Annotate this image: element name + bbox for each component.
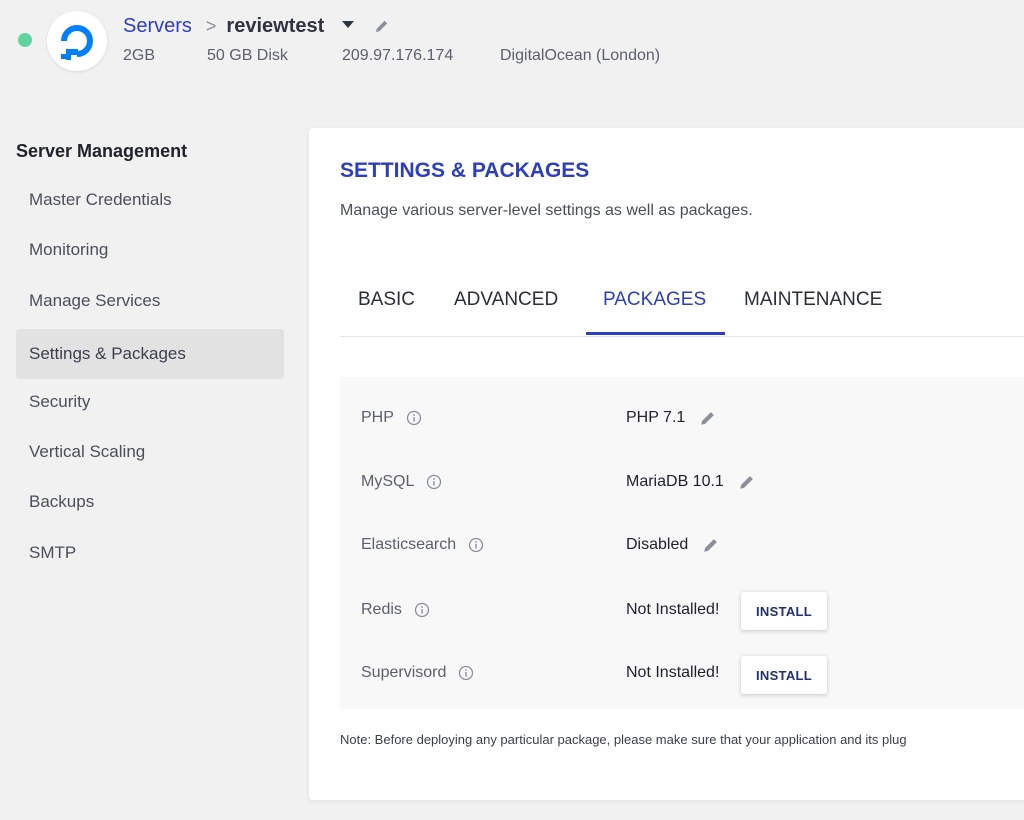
- package-row-php: PHP: [361, 409, 422, 427]
- package-name: Supervisord: [361, 664, 447, 681]
- info-icon[interactable]: [426, 474, 442, 490]
- info-icon[interactable]: [414, 602, 430, 618]
- packages-list: PHP PHP 7.1 MySQL MariaDB 10.1 Elasticse…: [340, 377, 1024, 709]
- active-tab-indicator: [586, 332, 725, 335]
- tab-packages[interactable]: PACKAGES: [603, 289, 706, 311]
- sidebar-item-manage-services[interactable]: Manage Services: [16, 276, 284, 326]
- package-value-redis: Not Installed!: [626, 601, 720, 618]
- server-name: reviewtest: [226, 14, 325, 37]
- info-icon[interactable]: [468, 537, 484, 553]
- install-redis-button[interactable]: INSTALL: [741, 592, 827, 630]
- tab-basic[interactable]: BASIC: [358, 289, 415, 311]
- sidebar-item-backups[interactable]: Backups: [16, 477, 284, 527]
- sidebar-item-security[interactable]: Security: [16, 377, 284, 427]
- package-name: Redis: [361, 601, 402, 618]
- package-value: Disabled: [626, 536, 689, 553]
- package-value-php: PHP 7.1: [626, 409, 717, 427]
- sidebar-item-settings-packages[interactable]: Settings & Packages: [16, 329, 284, 379]
- pencil-icon[interactable]: [702, 536, 720, 554]
- page-title: SETTINGS & PACKAGES: [340, 159, 590, 182]
- package-name: PHP: [361, 409, 394, 426]
- server-provider: DigitalOcean (London): [500, 47, 661, 64]
- sidebar-item-smtp[interactable]: SMTP: [16, 528, 284, 578]
- sidebar-title: Server Management: [16, 141, 188, 161]
- install-supervisord-button[interactable]: INSTALL: [741, 656, 827, 694]
- package-row-mysql: MySQL: [361, 473, 442, 491]
- package-value-mysql: MariaDB 10.1: [626, 473, 756, 491]
- package-value-supervisord: Not Installed!: [626, 664, 720, 681]
- packages-note: Note: Before deploying any particular pa…: [340, 732, 907, 747]
- pencil-icon[interactable]: [699, 409, 717, 427]
- sidebar-item-master-credentials[interactable]: Master Credentials: [16, 175, 284, 225]
- server-disk: 50 GB Disk: [207, 47, 288, 64]
- rename-server-button[interactable]: [374, 18, 390, 34]
- info-icon[interactable]: [406, 410, 422, 426]
- server-ram: 2GB: [123, 47, 156, 64]
- provider-logo: [47, 11, 107, 71]
- digitalocean-logo-icon: [61, 25, 93, 60]
- package-row-elasticsearch: Elasticsearch: [361, 536, 484, 554]
- tabs-divider: [340, 336, 1024, 337]
- package-row-supervisord: Supervisord: [361, 664, 474, 682]
- info-icon[interactable]: [458, 665, 474, 681]
- breadcrumb-servers-link[interactable]: Servers: [123, 15, 192, 38]
- package-row-redis: Redis: [361, 601, 430, 619]
- package-name: MySQL: [361, 473, 415, 490]
- server-ip: 209.97.176.174: [342, 47, 454, 64]
- package-value: MariaDB 10.1: [626, 473, 724, 490]
- tab-maintenance[interactable]: MAINTENANCE: [744, 289, 882, 311]
- tab-advanced[interactable]: ADVANCED: [454, 289, 558, 311]
- breadcrumb-separator: >: [205, 15, 217, 36]
- server-switcher-dropdown[interactable]: [342, 20, 355, 28]
- package-value-elasticsearch: Disabled: [626, 536, 720, 554]
- page-subtitle: Manage various server-level settings as …: [340, 202, 753, 219]
- server-status-indicator: [18, 33, 32, 47]
- pencil-icon: [376, 20, 388, 32]
- settings-panel: SETTINGS & PACKAGES Manage various serve…: [309, 128, 1024, 800]
- package-name: Elasticsearch: [361, 536, 457, 553]
- breadcrumb: Servers > reviewtest: [123, 12, 390, 40]
- sidebar-item-vertical-scaling[interactable]: Vertical Scaling: [16, 427, 284, 477]
- pencil-icon[interactable]: [738, 473, 756, 491]
- sidebar-item-monitoring[interactable]: Monitoring: [16, 225, 284, 275]
- package-value: PHP 7.1: [626, 409, 686, 426]
